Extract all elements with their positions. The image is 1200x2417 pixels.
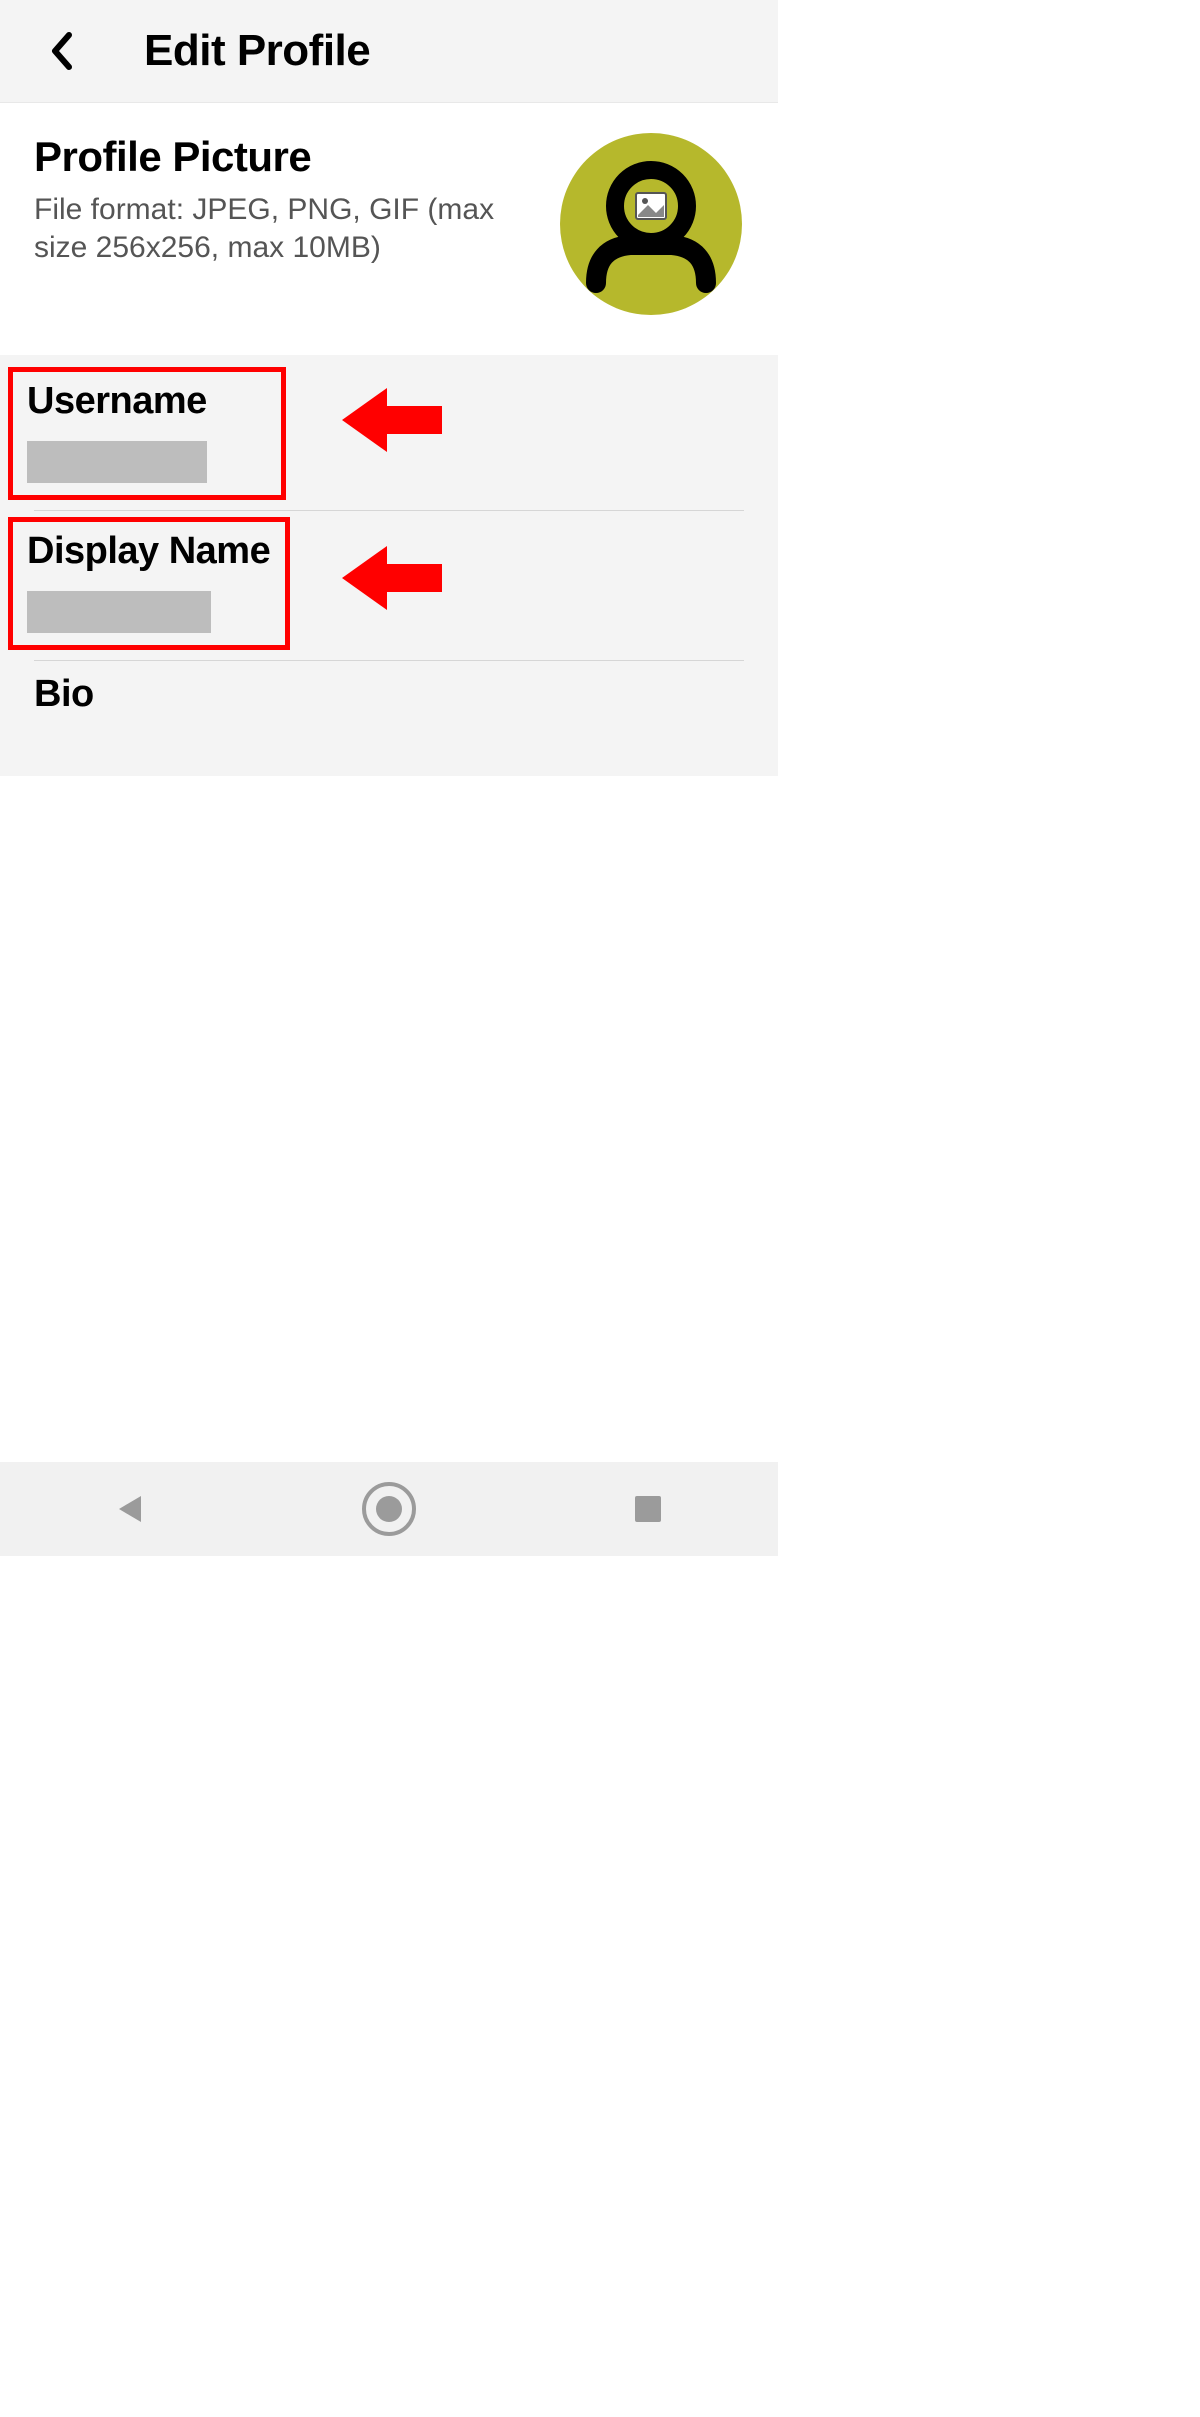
profile-picture-subtitle: File format: JPEG, PNG, GIF (max size 25… xyxy=(34,191,540,266)
annotation-arrow-username xyxy=(342,380,442,460)
android-navbar xyxy=(0,1462,778,1556)
profile-picture-section: Profile Picture File format: JPEG, PNG, … xyxy=(0,103,778,355)
nav-recents-button[interactable] xyxy=(620,1481,676,1537)
square-recents-icon xyxy=(633,1494,663,1524)
annotation-arrow-displayname xyxy=(342,538,442,618)
username-field-group[interactable]: Username xyxy=(8,367,286,500)
username-input[interactable] xyxy=(27,441,207,483)
profile-picture-text: Profile Picture File format: JPEG, PNG, … xyxy=(34,133,540,266)
displayname-label: Display Name xyxy=(27,530,271,573)
back-button[interactable] xyxy=(40,29,84,73)
displayname-input[interactable] xyxy=(27,591,211,633)
nav-home-button[interactable] xyxy=(361,1481,417,1537)
field-divider xyxy=(34,510,744,511)
triangle-back-icon xyxy=(113,1492,147,1526)
empty-space xyxy=(0,776,778,1416)
form-area: Username Display Name Bio xyxy=(0,355,778,776)
page-title: Edit Profile xyxy=(144,26,370,76)
avatar-person-icon xyxy=(560,133,742,315)
arrow-left-icon xyxy=(342,538,442,618)
chevron-left-icon xyxy=(47,31,77,71)
arrow-left-icon xyxy=(342,380,442,460)
bio-field-group[interactable]: Bio xyxy=(0,661,778,776)
username-label: Username xyxy=(27,380,267,423)
circle-home-icon xyxy=(361,1481,417,1537)
profile-picture-title: Profile Picture xyxy=(34,133,540,181)
phone-screen: Edit Profile Profile Picture File format… xyxy=(0,0,778,1556)
displayname-field-group[interactable]: Display Name xyxy=(8,517,290,650)
header-bar: Edit Profile xyxy=(0,0,778,103)
avatar-upload-button[interactable] xyxy=(560,133,742,315)
bio-label: Bio xyxy=(34,673,744,716)
nav-back-button[interactable] xyxy=(102,1481,158,1537)
